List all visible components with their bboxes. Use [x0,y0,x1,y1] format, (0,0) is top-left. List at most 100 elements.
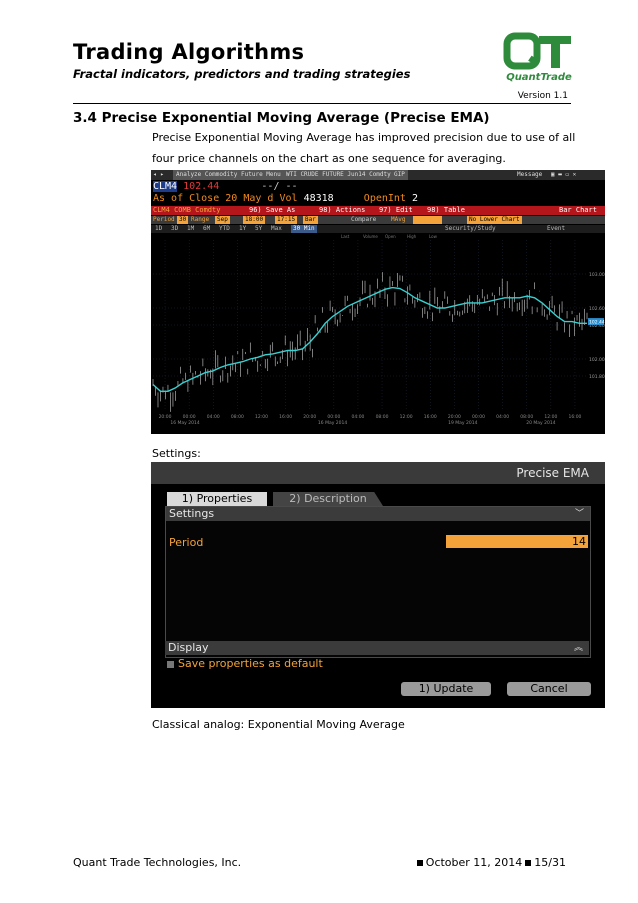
time-tick-label: 04:00 [207,414,220,420]
date-tick-label: 19 May 2014 [448,420,477,426]
time-tick-label: 08:00 [520,414,533,420]
document-title: Trading Algorithms [73,40,305,64]
intro-line-1: Precise Exponential Moving Average has i… [152,131,576,144]
legend-item: Open [385,234,396,239]
time-tick-label: 12:00 [255,414,268,420]
display-header-label: Display [168,641,209,654]
parameter-row: Period 30 Range Sep 18:00 17:15 Bar Comp… [151,216,605,224]
classical-analog-label: Classical analog: Exponential Moving Ave… [152,718,405,731]
time-tick-label: 00:00 [183,414,196,420]
time-tick-label: 08:00 [376,414,389,420]
legend-item: Last [341,234,350,239]
ticker: CLM4 [153,181,178,192]
footer-page: 15/31 [534,856,566,869]
terminal-menu-bar: ◂ ▸ Analyze Commodity Future Menu WTI CR… [151,170,605,180]
price-tick-label: 102.00 [589,357,605,363]
bullet-square-icon [416,859,423,866]
time-tick-label: 12:00 [544,414,557,420]
tf-max[interactable]: Max [271,225,282,233]
nav-arrows-icon[interactable]: ◂ ▸ [153,170,164,180]
legend-item: Low [429,234,438,239]
date-tick-label: 20 May 2014 [526,420,555,426]
period-field[interactable]: 30 [177,216,189,224]
dialog-titlebar: Precise EMA [151,462,605,484]
section-heading: 3.4 Precise Exponential Moving Average (… [73,110,490,126]
tab-properties[interactable]: 1) Properties [167,492,267,506]
menu-tab[interactable]: GIP [391,170,408,180]
footer-company: Quant Trade Technologies, Inc. [73,856,242,869]
menu-tab[interactable]: WTI CRUDE FUTURE Jun14 Comdty [283,170,394,180]
chart-background [151,234,605,434]
dialog-title: Precise EMA [516,466,589,480]
message-label[interactable]: Message [517,170,542,180]
settings-header-label: Settings [169,507,215,520]
time-tick-label: 20:00 [448,414,461,420]
date-tick-label: 16 May 2014 [318,420,347,426]
tf-30min[interactable]: 30 Min [291,225,317,233]
terminal-toolbar: CLM4 COMB Comdty 96) Save As 98) Actions… [151,206,605,215]
last-price: 102.44 [183,181,220,192]
save-default-label: Save properties as default [178,657,323,670]
ticker-row: CLM4 102.44 --/ -- [153,181,298,192]
time-tick-label: 16:00 [279,414,292,420]
cancel-button[interactable]: Cancel [507,682,591,696]
chevron-down-double-icon[interactable]: ﹀ [575,507,584,521]
document-subtitle: Fractal indicators, predictors and tradi… [73,67,411,81]
tf-1m[interactable]: 1M [187,225,194,233]
toolbar-table[interactable]: 98) Table [427,206,465,215]
precise-ema-dialog: Precise EMA 1) Properties 2) Description… [151,462,605,708]
time-tick-label: 20:00 [303,414,316,420]
tf-5y[interactable]: 5Y [255,225,262,233]
footer-date: October 11, 2014 [425,856,523,869]
timeframe-row: 1D 3D 1M 6M YTD 1Y 5Y Max 30 Min Securit… [151,225,605,233]
header-rule [73,103,571,104]
period-input[interactable]: 14 [446,535,588,548]
toolbar-edit[interactable]: 97) Edit [379,206,413,215]
tf-ytd[interactable]: YTD [219,225,230,233]
time-tick-label: 20:00 [159,414,172,420]
price-change: --/ -- [261,181,298,192]
range-to-field[interactable]: 17:15 [275,216,298,224]
save-default-checkbox[interactable] [167,660,174,668]
bar-type-select[interactable]: Bar [303,216,318,224]
security-name: CLM4 COMB Comdty [153,206,221,214]
tf-1d[interactable]: 1D [155,225,162,233]
settings-label: Settings: [152,447,201,460]
bullet-square-icon [525,859,532,866]
menu-tab[interactable]: Analyze Commodity Future Menu [173,170,284,180]
legend-item: High [407,234,417,239]
legend-item: Volume [363,234,378,239]
period-label: Period [169,536,204,549]
tf-6m[interactable]: 6M [203,225,210,233]
security-study-button[interactable]: Security/Study [445,225,496,233]
time-tick-label: 16:00 [424,414,437,420]
time-tick-label: 00:00 [327,414,340,420]
time-tick-label: 00:00 [472,414,485,420]
price-tick-label: 103.00 [589,272,605,278]
chart-type-label[interactable]: Bar Chart [559,206,597,215]
settings-section-header[interactable]: Settings ﹀ [166,507,590,521]
display-section-header[interactable]: Display ︽ [165,641,589,655]
range-from-field[interactable]: Sep [215,216,230,224]
event-button[interactable]: Event [547,225,565,233]
time-tick-label: 12:00 [400,414,413,420]
window-controls-icon[interactable]: ▣ ▬ ▭ ✕ [551,170,576,180]
time-tick-label: 04:00 [496,414,509,420]
tf-3d[interactable]: 3D [171,225,178,233]
terminal-chart-panel: ◂ ▸ Analyze Commodity Future Menu WTI CR… [151,170,605,434]
range-time-field[interactable]: 18:00 [243,216,266,224]
mavg-field[interactable] [413,216,443,224]
chevron-up-double-icon[interactable]: ︽ [574,641,583,655]
update-button[interactable]: 1) Update [401,682,491,696]
price-tick-label: 101.80 [589,374,605,380]
close-row: As of Close 20 May d Vol 48318 OpenInt 2 [153,193,419,204]
price-chart: Last Volume Open High Low 20:00 00:00 04:00 08:0… [151,234,605,434]
save-default-row[interactable]: Save properties as default [167,657,323,670]
toolbar-actions[interactable]: 98) Actions [319,206,365,215]
lower-chart-select[interactable]: No Lower Chart [467,216,522,224]
compare-label[interactable]: Compare [351,216,376,224]
toolbar-save-as[interactable]: 96) Save As [249,206,295,215]
tf-1y[interactable]: 1Y [239,225,246,233]
time-tick-label: 08:00 [231,414,244,420]
tab-description[interactable]: 2) Description [273,492,383,506]
